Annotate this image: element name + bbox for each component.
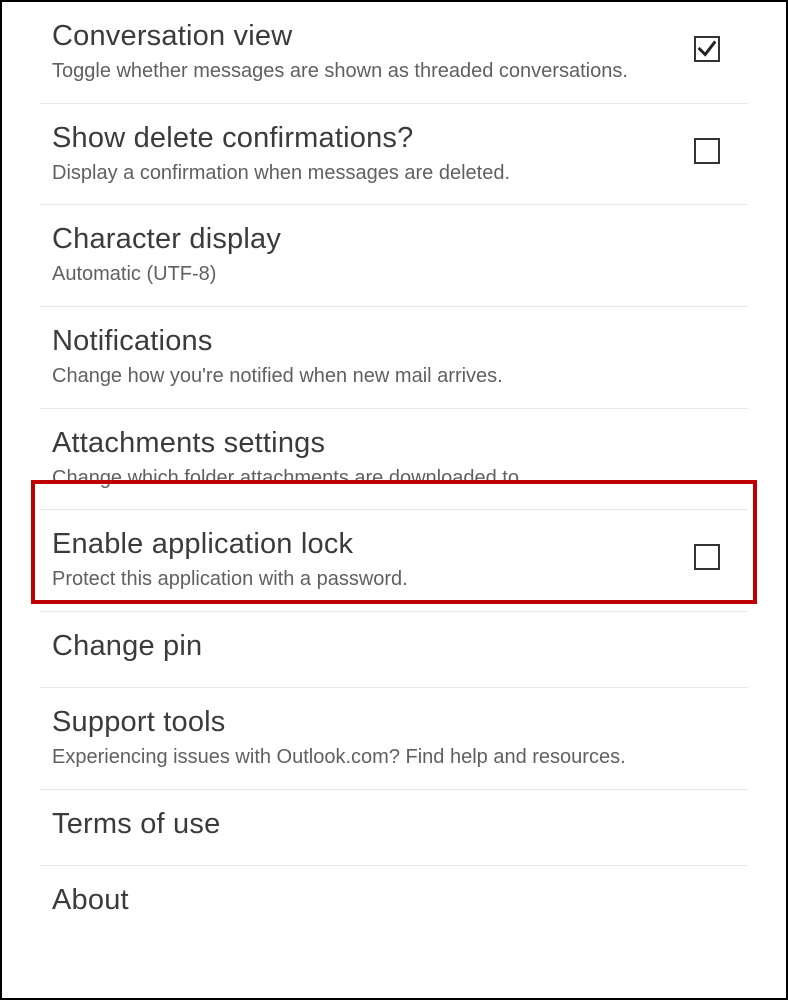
row-about[interactable]: About (40, 866, 748, 941)
row-text: Support tools Experiencing issues with O… (52, 706, 748, 771)
row-desc: Experiencing issues with Outlook.com? Fi… (52, 745, 730, 771)
row-conversation-view[interactable]: Conversation view Toggle whether message… (40, 2, 748, 104)
settings-list: Conversation view Toggle whether message… (40, 2, 748, 941)
row-title: Terms of use (52, 808, 730, 841)
row-text: Conversation view Toggle whether message… (52, 20, 694, 85)
row-text: About (52, 884, 748, 923)
row-title: Conversation view (52, 20, 676, 53)
row-change-pin[interactable]: Change pin (40, 612, 748, 688)
row-title: Support tools (52, 706, 730, 739)
row-desc: Change how you're notified when new mail… (52, 364, 730, 390)
row-title: Show delete confirmations? (52, 122, 676, 155)
row-title: Notifications (52, 325, 730, 358)
row-terms[interactable]: Terms of use (40, 790, 748, 866)
row-title: About (52, 884, 730, 917)
row-text: Attachments settings Change which folder… (52, 427, 748, 492)
row-desc: Display a confirmation when messages are… (52, 161, 676, 187)
row-title: Change pin (52, 630, 730, 663)
row-text: Enable application lock Protect this app… (52, 528, 694, 593)
checkbox-delete-confirm[interactable] (694, 138, 720, 164)
row-notifications[interactable]: Notifications Change how you're notified… (40, 307, 748, 409)
row-desc: Automatic (UTF-8) (52, 262, 730, 288)
row-text: Show delete confirmations? Display a con… (52, 122, 694, 187)
row-desc: Toggle whether messages are shown as thr… (52, 59, 676, 85)
row-text: Character display Automatic (UTF-8) (52, 223, 748, 288)
checkbox-app-lock[interactable] (694, 544, 720, 570)
row-attachments[interactable]: Attachments settings Change which folder… (40, 409, 748, 511)
row-char-display[interactable]: Character display Automatic (UTF-8) (40, 205, 748, 307)
row-app-lock[interactable]: Enable application lock Protect this app… (40, 510, 748, 612)
row-text: Change pin (52, 630, 748, 669)
row-title: Enable application lock (52, 528, 676, 561)
row-title: Attachments settings (52, 427, 730, 460)
row-delete-confirm[interactable]: Show delete confirmations? Display a con… (40, 104, 748, 206)
row-text: Terms of use (52, 808, 748, 847)
row-support[interactable]: Support tools Experiencing issues with O… (40, 688, 748, 790)
row-desc: Protect this application with a password… (52, 567, 676, 593)
app-frame: Conversation view Toggle whether message… (0, 0, 788, 1000)
row-desc: Change which folder attachments are down… (52, 466, 730, 492)
check-icon (696, 38, 718, 60)
checkbox-conversation-view[interactable] (694, 36, 720, 62)
row-title: Character display (52, 223, 730, 256)
row-text: Notifications Change how you're notified… (52, 325, 748, 390)
